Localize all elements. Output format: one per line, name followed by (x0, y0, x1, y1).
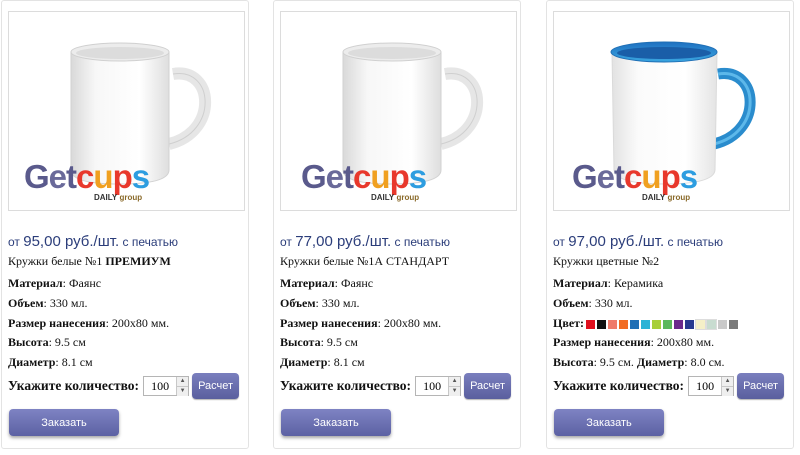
increment-icon[interactable]: ▲ (449, 377, 461, 386)
quantity-label: Укажите количество: (280, 378, 412, 393)
logo-sub: DAILY (94, 193, 118, 202)
calculate-button[interactable]: Расчет (737, 373, 785, 399)
quantity-stepper[interactable]: ▲▼ (415, 376, 462, 396)
color-swatch[interactable] (729, 319, 739, 329)
price: от 97,00 руб./шт. с печатью (553, 233, 724, 250)
logo-sub-group: group (396, 193, 420, 202)
getcups-logo: Getcups DAILY group (572, 158, 698, 202)
calculate-button[interactable]: Расчет (192, 373, 240, 399)
color-swatch[interactable] (685, 319, 695, 329)
color-swatch[interactable] (695, 318, 707, 330)
quantity-input[interactable] (416, 378, 449, 394)
price: от 95,00 руб./шт. с печатью (8, 233, 179, 250)
product-card: Getcups DAILY group от 97,00 руб./шт. с … (546, 0, 794, 449)
spec-material: Материал: Керамика (553, 276, 664, 290)
color-swatch[interactable] (652, 319, 662, 329)
quantity-label: Укажите количество: (553, 378, 685, 393)
increment-icon[interactable]: ▲ (177, 377, 189, 386)
getcups-logo: Getcups DAILY group (301, 158, 427, 202)
spec-height: Высота: 9.5 см (8, 335, 86, 349)
calculate-button[interactable]: Расчет (464, 373, 512, 399)
getcups-logo: Getcups DAILY group (24, 158, 150, 202)
product-image[interactable]: Getcups DAILY group (280, 11, 517, 211)
color-swatch[interactable] (608, 319, 618, 329)
decrement-icon[interactable]: ▼ (449, 386, 461, 396)
decrement-icon[interactable]: ▼ (722, 386, 734, 396)
order-button[interactable]: Заказать (554, 409, 664, 436)
product-image[interactable]: Getcups DAILY group (553, 11, 790, 211)
quantity-input[interactable] (144, 378, 177, 394)
quantity-row: Укажите количество: ▲▼ Расчет (280, 373, 512, 399)
color-swatch[interactable] (619, 319, 629, 329)
product-title: Кружки цветные №2 (553, 254, 660, 268)
product-card: Getcups DAILY group от 95,00 руб./шт. с … (1, 0, 249, 449)
spec-diameter: Диаметр: 8.1 см (280, 355, 365, 369)
logo-sub-group: group (667, 193, 691, 202)
quantity-stepper[interactable]: ▲▼ (143, 376, 190, 396)
spec-print-size: Размер нанесения: 200x80 мм. (280, 316, 442, 330)
price: от 77,00 руб./шт. с печатью (280, 233, 451, 250)
color-swatch[interactable] (641, 319, 651, 329)
price-value: 97,00 руб./шт. (568, 233, 665, 250)
spec-height-diameter: Высота: 9.5 см. Диаметр: 8.0 см. (553, 355, 725, 369)
quantity-input[interactable] (689, 378, 722, 394)
order-button[interactable]: Заказать (9, 409, 119, 436)
logo-sub: DAILY (642, 193, 666, 202)
increment-icon[interactable]: ▲ (722, 377, 734, 386)
decrement-icon[interactable]: ▼ (177, 386, 189, 396)
color-swatch[interactable] (597, 319, 607, 329)
logo-sub: DAILY (371, 193, 395, 202)
spec-volume: Объем: 330 мл. (280, 296, 360, 310)
color-swatch[interactable] (718, 319, 728, 329)
order-button[interactable]: Заказать (281, 409, 391, 436)
price-value: 77,00 руб./шт. (295, 233, 392, 250)
spec-diameter: Диаметр: 8.1 см (8, 355, 93, 369)
spec-print-size: Размер нанесения: 200x80 мм. (8, 316, 170, 330)
spec-material: Материал: Фаянс (280, 276, 374, 290)
color-swatch[interactable] (586, 319, 596, 329)
spec-volume: Объем: 330 мл. (553, 296, 633, 310)
quantity-row: Укажите количество: ▲▼ Расчет (8, 373, 240, 399)
color-swatches (586, 318, 739, 330)
color-swatch[interactable] (630, 319, 640, 329)
logo-sub-group: group (119, 193, 143, 202)
spec-print-size: Размер нанесения: 200x80 мм. (553, 335, 715, 349)
price-value: 95,00 руб./шт. (23, 233, 120, 250)
quantity-stepper[interactable]: ▲▼ (688, 376, 735, 396)
quantity-label: Укажите количество: (8, 378, 140, 393)
product-card: Getcups DAILY group от 77,00 руб./шт. с … (273, 0, 521, 449)
color-swatch[interactable] (706, 318, 718, 330)
quantity-row: Укажите количество: ▲▼ Расчет (553, 373, 785, 399)
spec-volume: Объем: 330 мл. (8, 296, 88, 310)
product-image[interactable]: Getcups DAILY group (8, 11, 245, 211)
color-swatch[interactable] (674, 319, 684, 329)
product-title: Кружки белые №1А СТАНДАРТ (280, 254, 450, 268)
product-title: Кружки белые №1 ПРЕМИУМ (8, 254, 171, 268)
spec-height: Высота: 9.5 см (280, 335, 358, 349)
color-swatch[interactable] (663, 319, 673, 329)
spec-material: Материал: Фаянс (8, 276, 102, 290)
spec-color: Цвет: (553, 316, 739, 331)
